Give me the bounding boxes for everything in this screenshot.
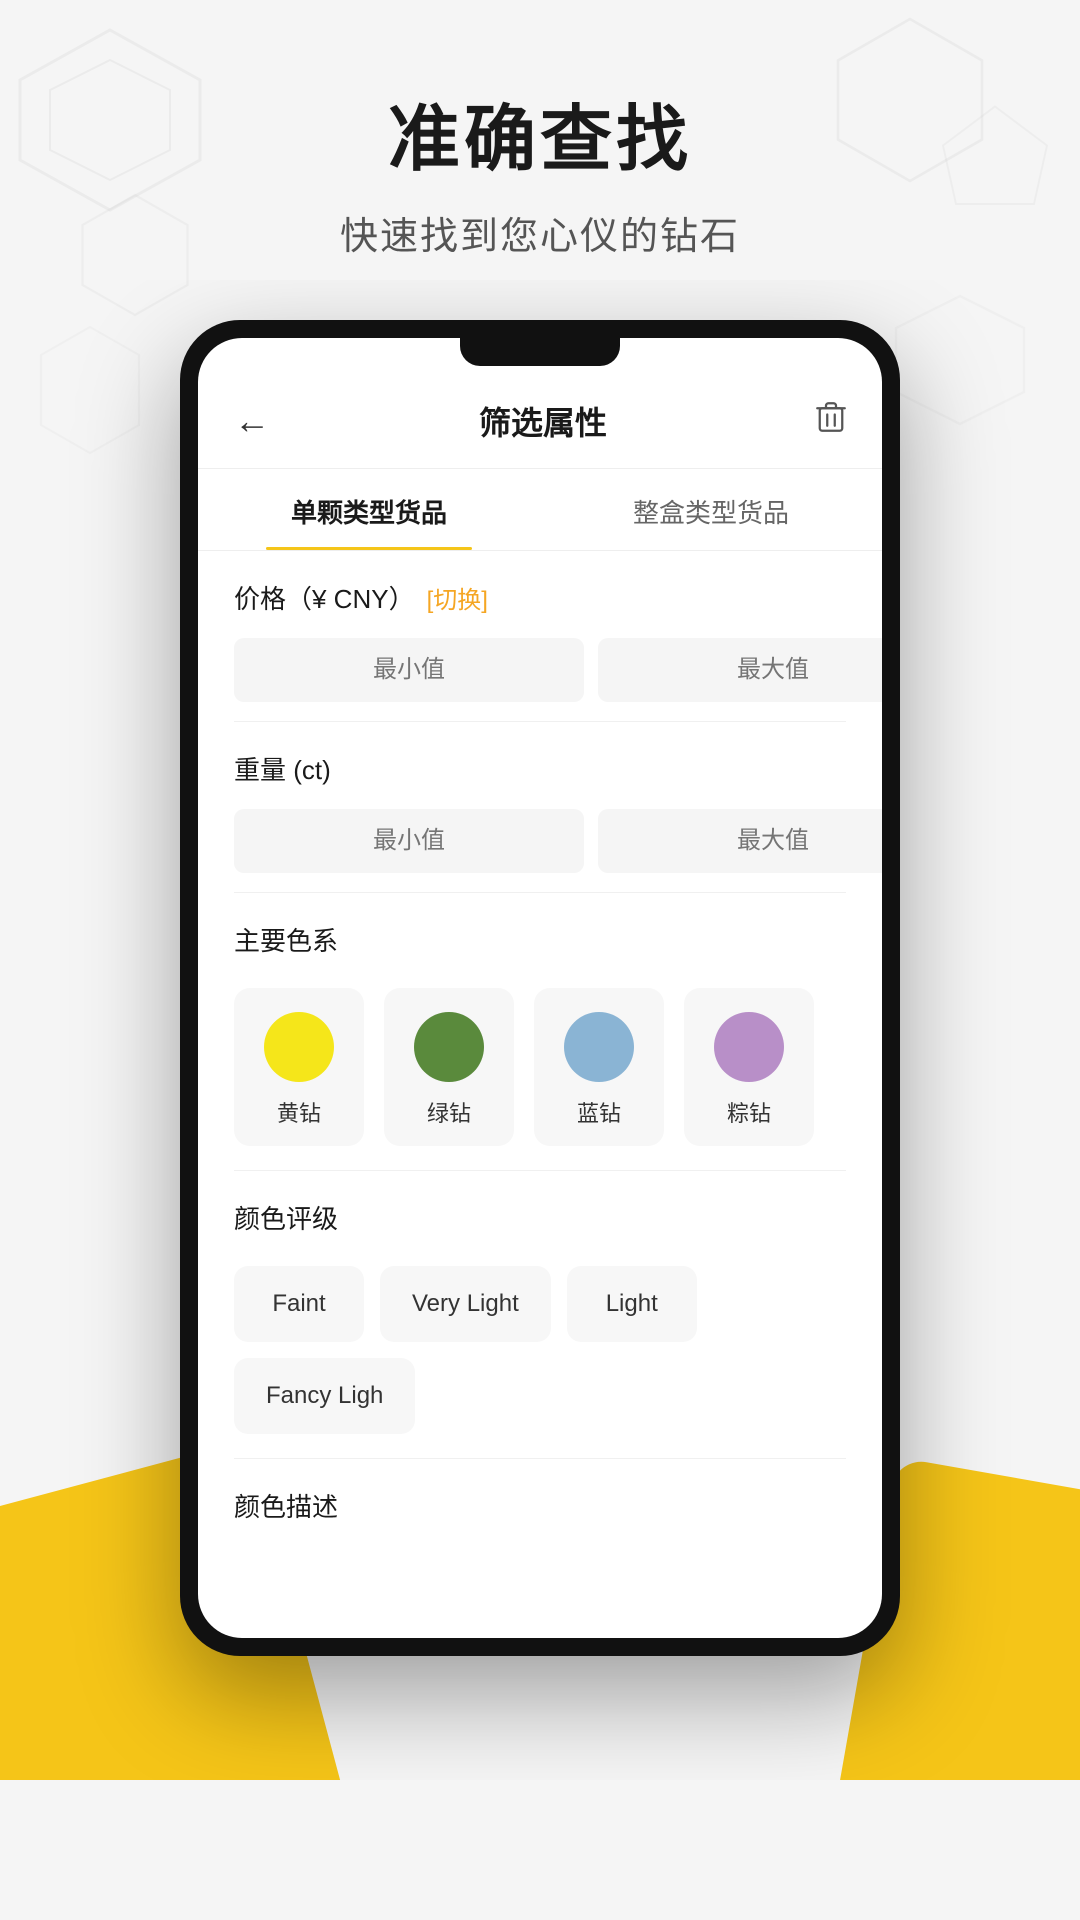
purple-diamond-circle — [714, 1012, 784, 1082]
price-input-row: 范围 ▼ — [234, 634, 846, 705]
back-button[interactable]: ← — [234, 400, 270, 442]
color-item-yellow[interactable]: 黄钻 — [234, 988, 364, 1146]
tab-single[interactable]: 单颗类型货品 — [198, 469, 540, 550]
color-item-blue[interactable]: 蓝钻 — [534, 988, 664, 1146]
price-min-input[interactable] — [234, 638, 584, 702]
color-item-green[interactable]: 绿钻 — [384, 988, 514, 1146]
nav-title: 筛选属性 — [479, 398, 607, 444]
tab-box[interactable]: 整盒类型货品 — [540, 469, 882, 550]
weight-min-input[interactable] — [234, 809, 584, 873]
blue-diamond-circle — [564, 1012, 634, 1082]
hero-section: 准确查找 快速找到您心仪的钻石 — [0, 0, 1080, 300]
grade-item-very-light[interactable]: Very Light — [380, 1266, 551, 1342]
grade-item-faint[interactable]: Faint — [234, 1266, 364, 1342]
blue-diamond-label: 蓝钻 — [577, 1096, 621, 1128]
grade-item-light[interactable]: Light — [567, 1266, 697, 1342]
color-section-title: 主要色系 — [234, 921, 846, 958]
price-section: 价格（¥ CNY） [切换] 范围 ▼ — [198, 551, 882, 721]
phone-screen: ← 筛选属性 — [198, 338, 882, 1638]
grade-grid: Faint Very Light Light Fancy Ligh — [234, 1254, 846, 1442]
yellow-diamond-circle — [264, 1012, 334, 1082]
app-content: ← 筛选属性 — [198, 338, 882, 1540]
price-section-title: 价格（¥ CNY） [切换] — [234, 579, 846, 616]
price-max-input[interactable] — [598, 638, 882, 702]
tabs-container: 单颗类型货品 整盒类型货品 — [198, 469, 882, 551]
grade-item-fancy-light[interactable]: Fancy Ligh — [234, 1358, 415, 1434]
green-diamond-circle — [414, 1012, 484, 1082]
weight-section: 重量 (ct) 范围 ▼ — [198, 722, 882, 892]
description-section-title: 颜色描述 — [198, 1459, 882, 1540]
purple-diamond-label: 粽钻 — [727, 1096, 771, 1128]
color-section: 主要色系 黄钻 绿钻 — [198, 893, 882, 1170]
color-grid: 黄钻 绿钻 蓝钻 粽钻 — [234, 976, 846, 1154]
grade-section: 颜色评级 Faint Very Light Light — [198, 1171, 882, 1458]
phone-frame: ← 筛选属性 — [180, 320, 900, 1656]
yellow-diamond-label: 黄钻 — [277, 1096, 321, 1128]
phone-mockup: ← 筛选属性 — [0, 320, 1080, 1656]
grade-section-title: 颜色评级 — [234, 1199, 846, 1236]
weight-max-input[interactable] — [598, 809, 882, 873]
currency-switch[interactable]: [切换] — [427, 580, 488, 615]
weight-input-row: 范围 ▼ — [234, 805, 846, 876]
weight-section-title: 重量 (ct) — [234, 750, 846, 787]
delete-button[interactable] — [816, 400, 846, 442]
phone-notch — [460, 338, 620, 366]
hero-subtitle: 快速找到您心仪的钻石 — [40, 205, 1040, 260]
color-item-purple[interactable]: 粽钻 — [684, 988, 814, 1146]
hero-title: 准确查找 — [40, 80, 1040, 185]
green-diamond-label: 绿钻 — [427, 1096, 471, 1128]
